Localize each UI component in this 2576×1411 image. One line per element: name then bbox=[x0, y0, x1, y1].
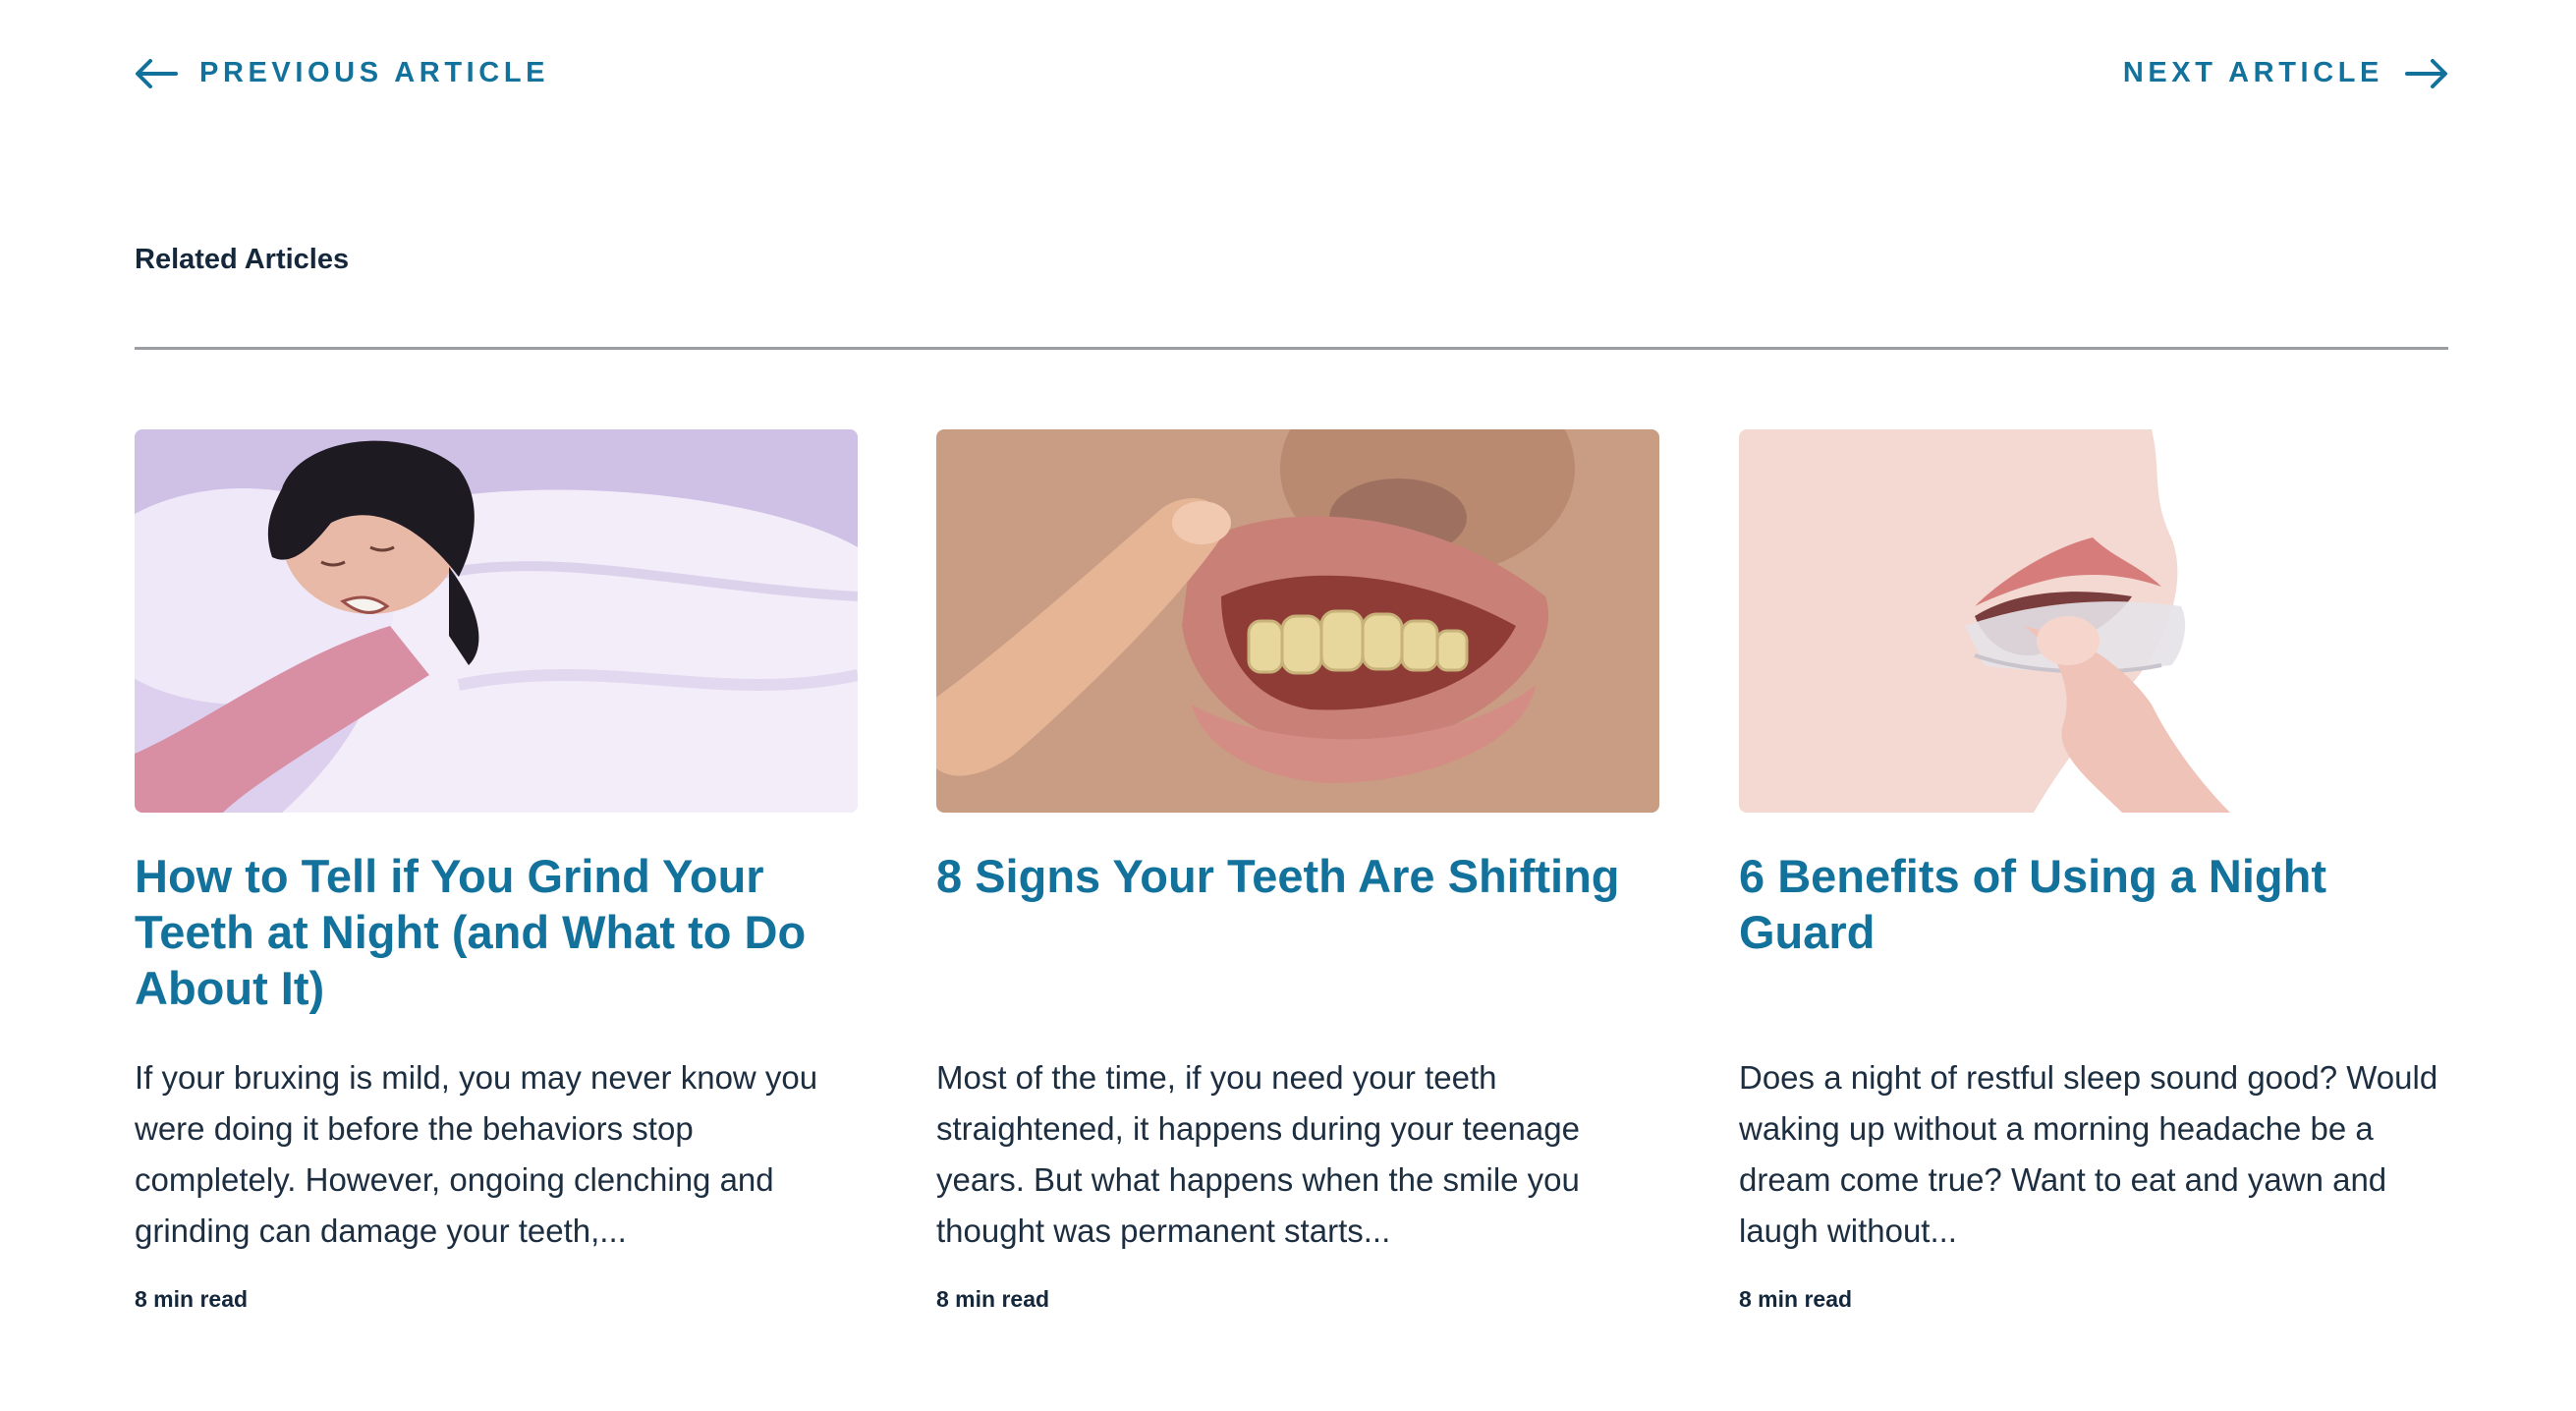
article-thumbnail-1[interactable] bbox=[135, 429, 858, 813]
article-excerpt-1: If your bruxing is mild, you may never k… bbox=[135, 1059, 818, 1249]
article-excerpt-3: Does a night of restful sleep sound good… bbox=[1739, 1059, 2438, 1249]
article-read-time-2: 8 min read bbox=[936, 1286, 1050, 1312]
arrow-right-icon bbox=[2405, 58, 2447, 88]
article-thumbnail-2[interactable] bbox=[936, 429, 1659, 813]
article-read-time-1: 8 min read bbox=[135, 1286, 249, 1312]
woman-sleeping-photo bbox=[135, 429, 858, 813]
article-thumbnail-3[interactable] bbox=[1739, 429, 2462, 813]
section-divider bbox=[135, 347, 2448, 350]
article-card: How to Tell if You Grind Your Teeth at N… bbox=[135, 429, 858, 1313]
article-title-1[interactable]: How to Tell if You Grind Your Teeth at N… bbox=[135, 848, 858, 1014]
article-card: 6 Benefits of Using a Night Guard Does a… bbox=[1739, 429, 2462, 1313]
article-card: 8 Signs Your Teeth Are Shifting Most of … bbox=[936, 429, 1659, 1313]
related-articles-heading: Related Articles bbox=[135, 244, 350, 275]
article-title-3[interactable]: 6 Benefits of Using a Night Guard bbox=[1739, 848, 2462, 1013]
shifting-teeth-photo bbox=[936, 429, 1659, 813]
previous-article-label: PREVIOUS ARTICLE bbox=[199, 57, 550, 88]
previous-article-link[interactable]: PREVIOUS ARTICLE bbox=[135, 57, 549, 89]
article-excerpt-2: Most of the time, if you need your teeth… bbox=[936, 1059, 1580, 1249]
night-guard-photo bbox=[1739, 429, 2462, 813]
next-article-label: NEXT ARTICLE bbox=[2122, 57, 2383, 88]
arrow-left-icon bbox=[136, 58, 178, 88]
next-article-link[interactable]: NEXT ARTICLE bbox=[2123, 57, 2448, 89]
article-title-2[interactable]: 8 Signs Your Teeth Are Shifting bbox=[936, 848, 1659, 1013]
article-read-time-3: 8 min read bbox=[1739, 1286, 1853, 1312]
